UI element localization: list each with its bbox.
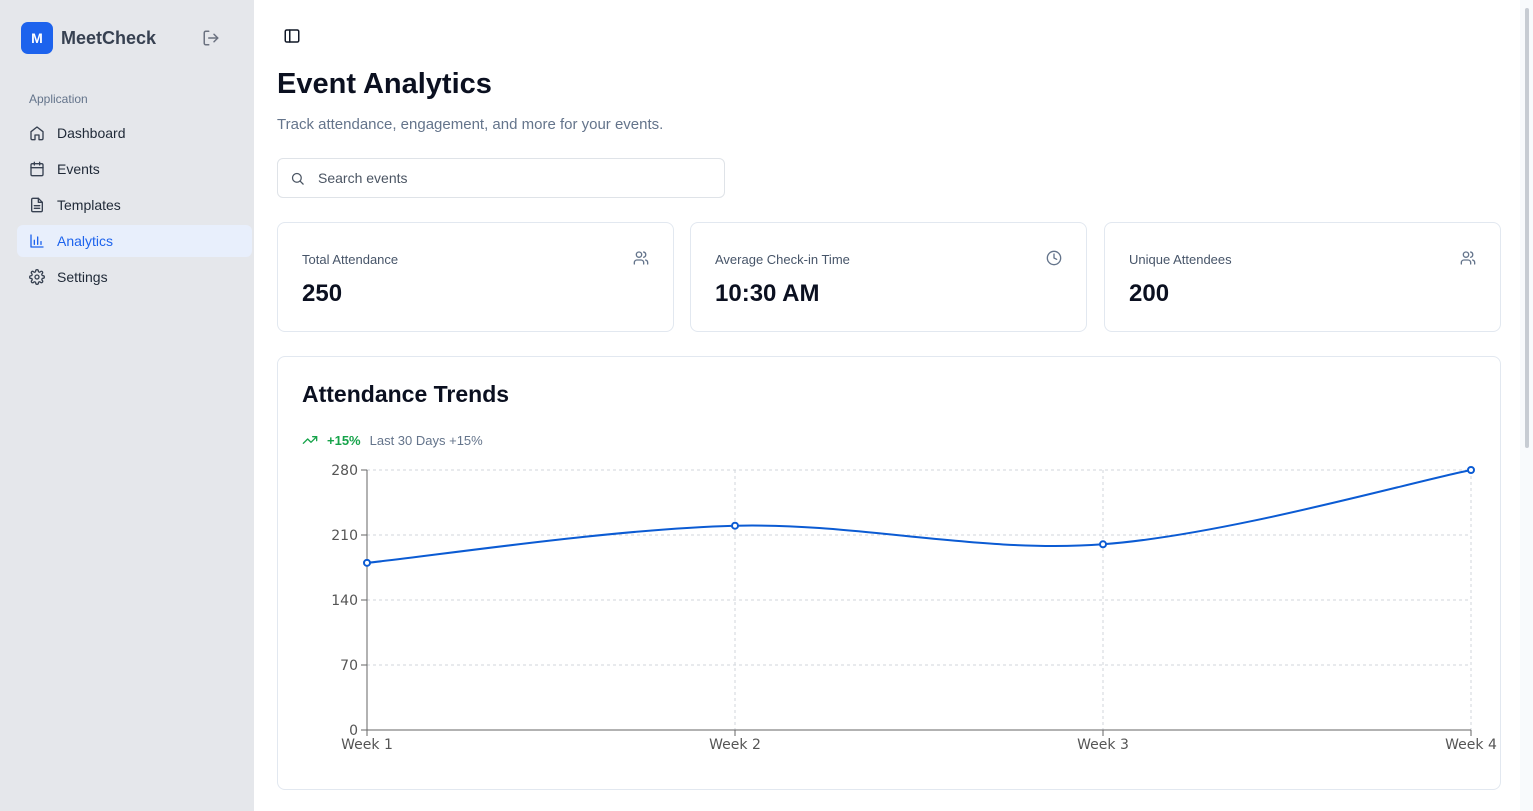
scrollbar-thumb[interactable] — [1525, 8, 1529, 448]
stat-label: Total Attendance — [302, 252, 399, 267]
scrollbar[interactable] — [1520, 0, 1533, 811]
page-title: Event Analytics — [277, 68, 492, 100]
app-logo: M — [21, 22, 53, 54]
app-name: MeetCheck — [61, 27, 157, 48]
x-tick-label: Week 2 — [709, 737, 761, 753]
sidebar-toggle-icon[interactable] — [283, 27, 301, 45]
sidebar-item-label: Templates — [57, 197, 121, 213]
data-point — [1467, 466, 1475, 474]
sidebar-item-dashboard[interactable]: Dashboard — [17, 117, 252, 149]
x-tick-label: Week 4 — [1445, 737, 1497, 753]
sidebar-item-settings[interactable]: Settings — [17, 261, 252, 293]
stat-value: 10:30 AM — [715, 280, 820, 307]
x-tick-label: Week 3 — [1077, 737, 1129, 753]
logout-icon[interactable] — [202, 29, 220, 47]
stat-card-unique-attendees: Unique Attendees 200 — [1104, 222, 1501, 332]
search-icon — [291, 172, 304, 185]
sidebar: M MeetCheck Application Dashboard Events… — [0, 0, 254, 811]
home-icon — [30, 126, 44, 141]
sidebar-item-label: Settings — [57, 269, 108, 285]
main-content: Event Analytics Track attendance, engage… — [254, 0, 1520, 811]
calendar-icon — [30, 161, 44, 177]
stat-label: Average Check-in Time — [715, 252, 850, 267]
bar-chart-icon — [30, 234, 44, 248]
sidebar-item-events[interactable]: Events — [17, 153, 252, 185]
clock-icon — [1046, 250, 1062, 266]
sidebar-item-label: Dashboard — [57, 125, 126, 141]
y-tick-label: 280 — [331, 463, 358, 479]
attendance-trends-card: Attendance Trends +15% Last 30 Days +15%… — [277, 356, 1501, 790]
brand[interactable]: M MeetCheck — [21, 22, 156, 54]
attendance-line-chart: 070140210280Week 1 Week 2 Week 3 Week 4 — [331, 463, 1497, 753]
x-tick-label: Week 1 — [341, 737, 393, 753]
search-box[interactable] — [277, 158, 725, 198]
sidebar-item-label: Events — [57, 161, 100, 177]
sidebar-item-templates[interactable]: Templates — [17, 189, 252, 221]
y-tick-label: 140 — [331, 593, 358, 609]
file-icon — [31, 197, 43, 213]
stat-value: 200 — [1129, 280, 1170, 307]
series-line — [366, 469, 1472, 564]
y-tick-label: 210 — [331, 528, 358, 544]
users-icon — [1460, 251, 1476, 265]
sidebar-item-label: Analytics — [57, 233, 114, 249]
gear-icon — [29, 269, 45, 285]
data-point — [363, 558, 371, 567]
users-icon — [633, 251, 649, 265]
stat-label: Unique Attendees — [1129, 252, 1232, 267]
search-input[interactable] — [318, 170, 708, 186]
stat-card-average-checkin: Average Check-in Time 10:30 AM — [690, 222, 1087, 332]
sidebar-nav: Dashboard Events Templates Analytics Set… — [17, 117, 252, 297]
stat-value: 250 — [302, 280, 343, 307]
sidebar-section-label: Application — [29, 92, 88, 106]
y-tick-label: 70 — [340, 658, 358, 674]
page-subtitle: Track attendance, engagement, and more f… — [277, 116, 664, 133]
sidebar-item-analytics[interactable]: Analytics — [17, 225, 252, 257]
data-point — [1099, 540, 1107, 549]
data-point — [731, 521, 739, 530]
stat-card-total-attendance: Total Attendance 250 — [277, 222, 674, 332]
